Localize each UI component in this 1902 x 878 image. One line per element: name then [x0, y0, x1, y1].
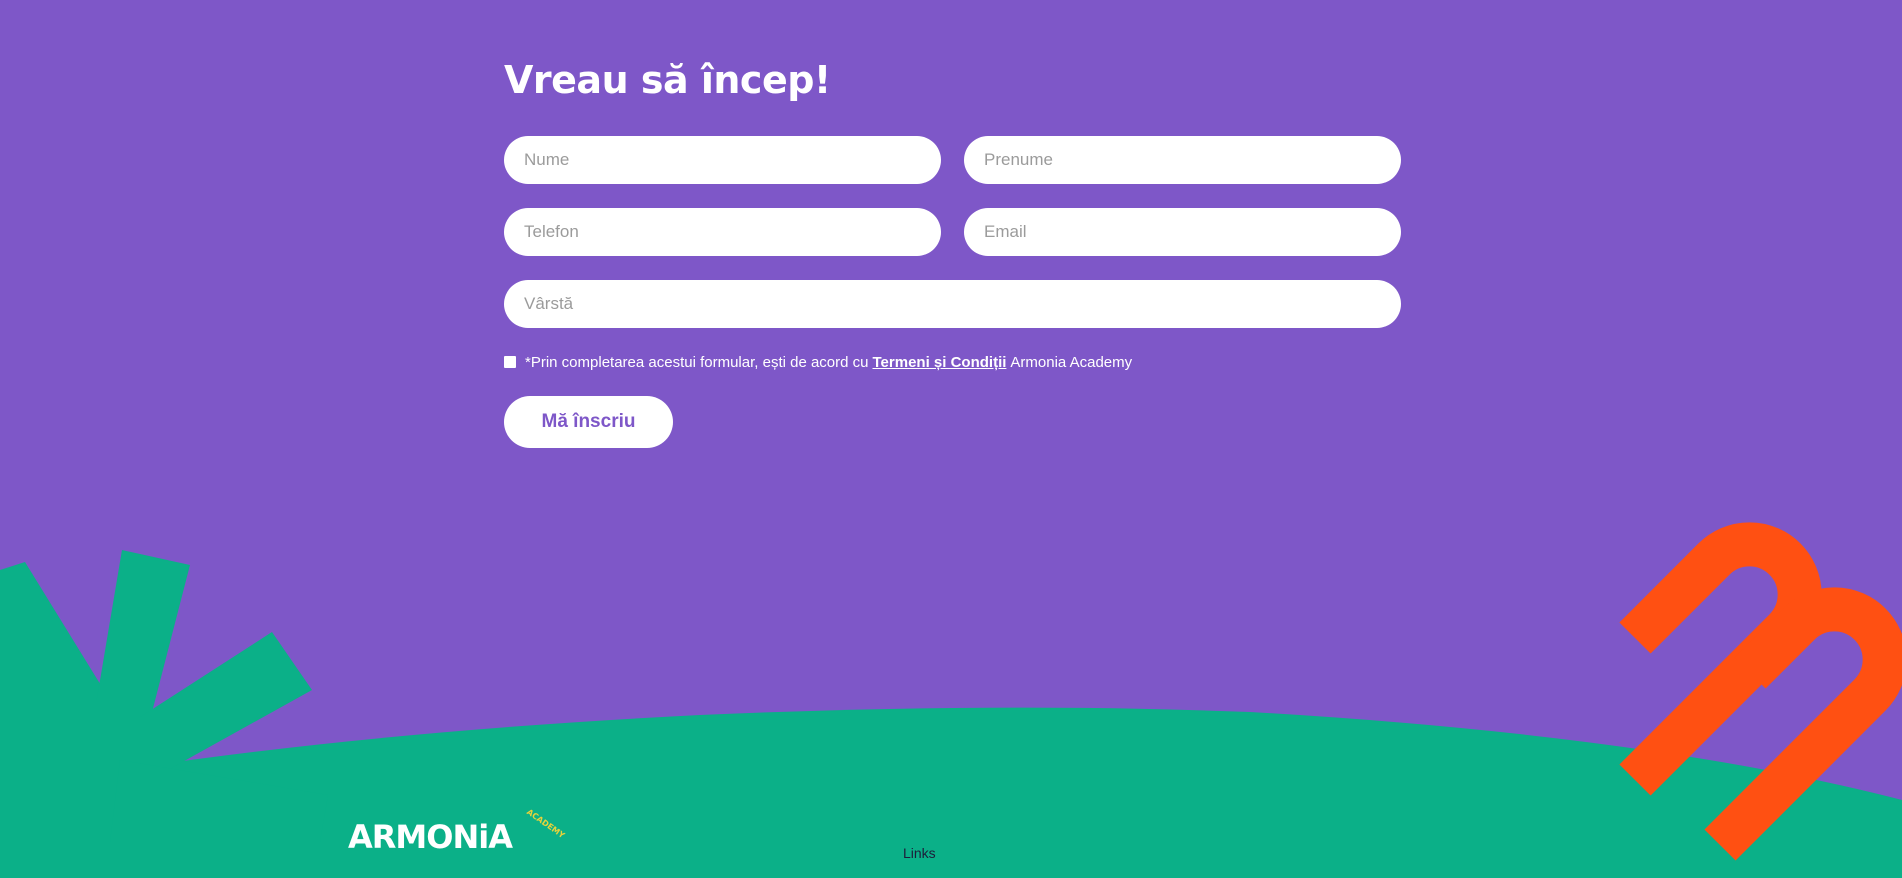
- consent-row: *Prin completarea acestui formular, ești…: [504, 353, 1132, 371]
- background-decorations: [0, 522, 1902, 878]
- form-title: Vreau să încep!: [504, 58, 831, 102]
- consent-suffix: Armonia Academy: [1010, 353, 1133, 371]
- footer-links-heading[interactable]: Links: [903, 845, 936, 861]
- email-input[interactable]: [964, 208, 1401, 256]
- logo-tagline: ACADEMY: [525, 807, 566, 840]
- varsta-input[interactable]: [504, 280, 1401, 328]
- green-starburst-shape: [0, 550, 328, 845]
- terms-link[interactable]: Termeni și Condiții: [873, 354, 1007, 371]
- consent-text: *Prin completarea acestui formular, ești…: [525, 353, 869, 371]
- logo-wordmark: ARMONiA: [348, 818, 513, 856]
- armonia-logo: ARMONiA ACADEMY: [348, 807, 566, 856]
- prenume-input[interactable]: [964, 136, 1401, 184]
- telefon-input[interactable]: [504, 208, 941, 256]
- nume-input[interactable]: [504, 136, 941, 184]
- consent-checkbox[interactable]: [504, 356, 516, 368]
- submit-button[interactable]: Mă înscriu: [504, 396, 673, 448]
